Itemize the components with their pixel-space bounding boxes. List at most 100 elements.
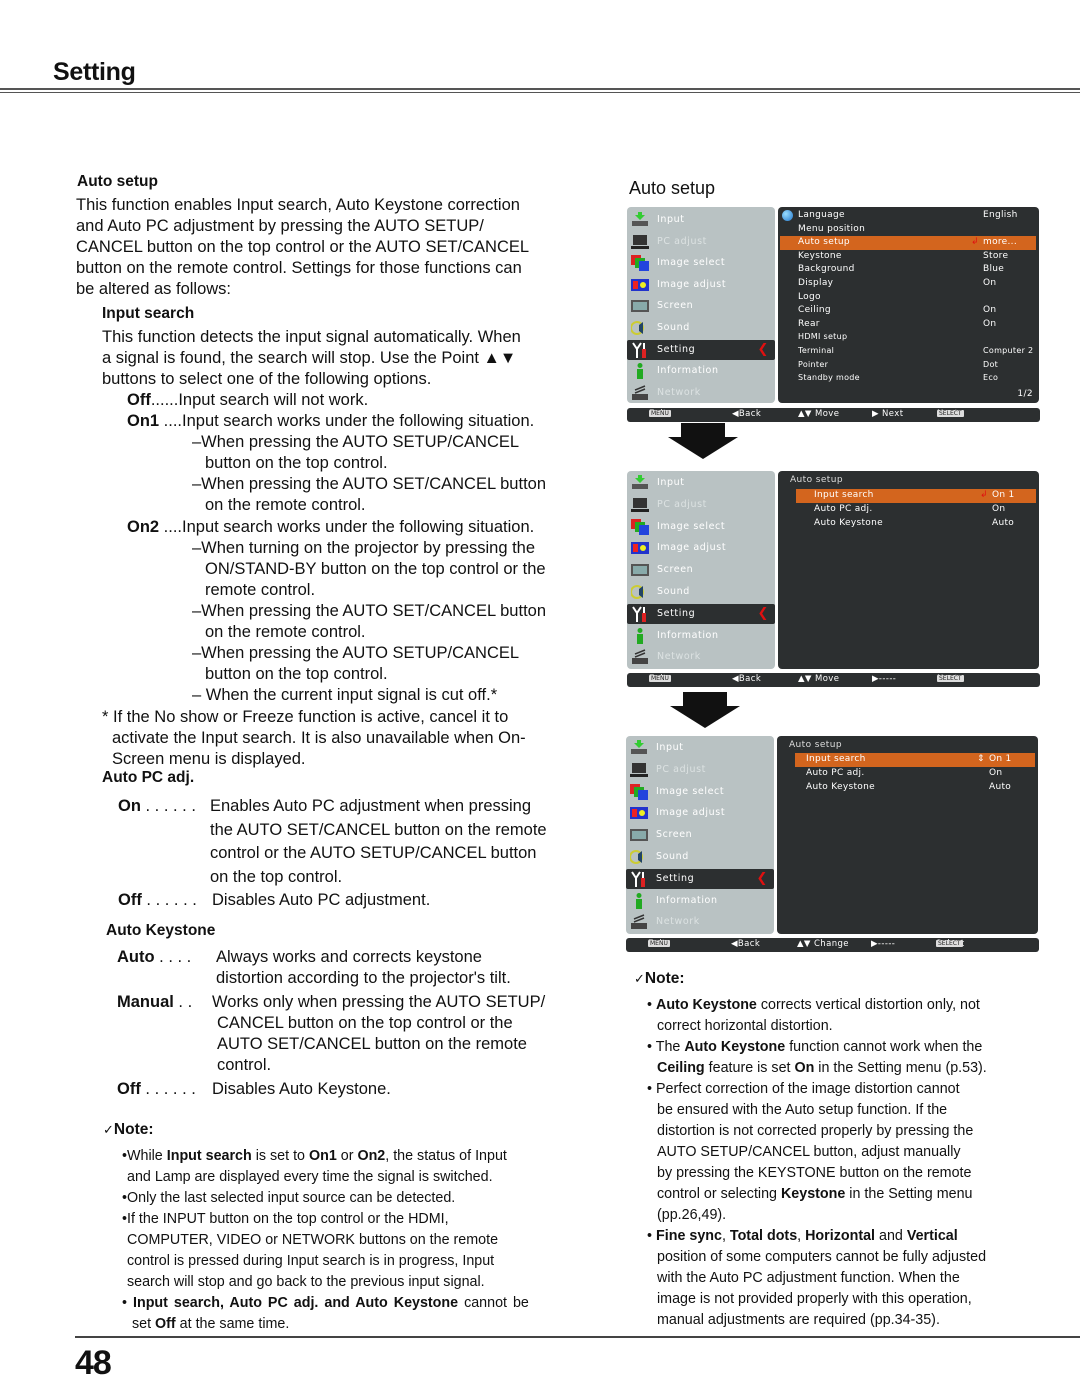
note-item-cont: by pressing the KEYSTONE button on the r…: [657, 1165, 972, 1181]
osd-row-terminal[interactable]: Terminal Computer 2: [780, 345, 1036, 359]
osd-menu-item-pc-adjust[interactable]: PC adjust: [627, 495, 775, 515]
osd-menu-item-label: Image select: [657, 520, 726, 532]
osd-row-value: On: [983, 278, 997, 288]
osd-row-value: On 1: [992, 490, 1015, 500]
osd-menu-item-image-select[interactable]: Image select: [626, 782, 774, 802]
header-rule-thin: [0, 92, 1080, 93]
situation-item: –When pressing the AUTO SET/CANCEL butto…: [192, 602, 547, 620]
osd-row-pointer[interactable]: Pointer Dot: [780, 359, 1036, 373]
auto-setup-intro: This function enables Input search, Auto…: [76, 195, 529, 300]
osd-menu-item-network[interactable]: Network: [626, 912, 774, 932]
osd-menu-item-screen[interactable]: Screen: [626, 825, 774, 845]
osd-menu-item-image-select[interactable]: Image select: [627, 253, 775, 273]
text-line: a signal is found, the search will stop.…: [102, 349, 517, 367]
sound-icon: [631, 585, 644, 599]
text-line: buttons to select one of the following o…: [102, 370, 432, 388]
keystone-auto-label: Auto . . . .: [117, 947, 191, 968]
osd-menu-item-image-adjust[interactable]: Image adjust: [627, 275, 775, 295]
osd-row-auto-pc-adj[interactable]: Auto PC adj. On: [796, 503, 1036, 517]
osd-row-rear[interactable]: Rear On: [780, 318, 1036, 332]
osd-menu-item-screen[interactable]: Screen: [627, 296, 775, 316]
osd-row-value: On: [989, 768, 1003, 778]
osd-row-menu-position[interactable]: Menu position: [780, 223, 1036, 237]
osd-row-value: Eco: [983, 373, 999, 383]
menu-key-icon: MENU: [648, 940, 670, 947]
note-heading-left: ✓Note:: [103, 1121, 154, 1139]
text-line: and Auto PC adjustment by pressing the A…: [76, 217, 484, 235]
osd-menu-item-setting[interactable]: Setting ❮: [627, 339, 775, 360]
input-search-intro: This function detects the input signal a…: [102, 327, 521, 390]
osd-footer: MENUExit ◀Back ▲▼ Change ▶----- SELECTSelect: [626, 938, 1039, 952]
note-list-right: • Auto Keystone corrects vertical distor…: [647, 995, 987, 1331]
input-search-heading: Input search: [102, 305, 195, 322]
note-item-cont: position of some computers cannot be ful…: [657, 1249, 987, 1265]
option-label: On1: [127, 412, 160, 430]
osd-menu-item-image-adjust[interactable]: Image adjust: [626, 803, 774, 823]
osd-menu-item-setting[interactable]: Setting ❮: [627, 603, 775, 624]
footer-rule: [75, 1336, 1080, 1338]
osd-screen-input-search-change: Input PC adjust Image select Image adjust Sc…: [626, 736, 1039, 954]
osd-menu-item-image-adjust[interactable]: Image adjust: [627, 538, 775, 558]
osd-screen-setting-menu: Input PC adjust Image select Image adjust Sc…: [627, 207, 1040, 422]
osd-row-auto-setup[interactable]: Auto setup more... ↲: [780, 236, 1036, 251]
situation-item-cont: remote control.: [205, 581, 316, 599]
osd-menu-item-pc-adjust[interactable]: PC adjust: [627, 232, 775, 252]
osd-menu-item-label: Image adjust: [656, 807, 726, 819]
text-line: This function detects the input signal a…: [102, 328, 521, 346]
osd-menu-item-label: Input: [656, 742, 684, 753]
osd-menu-item-image-select[interactable]: Image select: [627, 517, 775, 537]
osd-row-keystone[interactable]: Keystone Store: [780, 250, 1036, 264]
osd-menu-item-network[interactable]: Network: [627, 383, 775, 403]
situation-item-cont: button on the top control.: [205, 665, 388, 683]
osd-row-standby-mode[interactable]: Standby mode Eco: [780, 372, 1036, 386]
text-line: Works only when pressing the AUTO SETUP/: [212, 993, 546, 1011]
osd-row-hdmi-setup[interactable]: HDMI setup: [780, 331, 1036, 345]
osd-menu-item-input[interactable]: Input: [626, 738, 774, 758]
note-item: • Input search, Auto PC adj. and Auto Ke…: [122, 1295, 529, 1311]
osd-menu-item-pc-adjust[interactable]: PC adjust: [626, 760, 774, 780]
osd-menu-item-setting[interactable]: Setting ❮: [626, 868, 774, 889]
osd-auto-setup-submenu: Auto setup Input search On 1 ↲ Auto PC adj. O…: [778, 471, 1039, 669]
osd-row-language[interactable]: Language English: [780, 209, 1036, 223]
osd-menu-item-sound[interactable]: Sound: [627, 582, 775, 602]
osd-menu-item-information[interactable]: Information: [626, 891, 774, 911]
menu-key-icon: MENU: [649, 410, 671, 417]
osd-row-auto-pc-adj[interactable]: Auto PC adj. On: [795, 767, 1035, 781]
osd-row-auto-keystone[interactable]: Auto Keystone Auto: [795, 781, 1035, 795]
osd-menu-item-information[interactable]: Information: [627, 626, 775, 646]
menu-key-icon: MENU: [649, 675, 671, 682]
osd-menu-item-label: PC adjust: [656, 763, 706, 775]
footer-move: ▲▼ Move: [798, 409, 840, 419]
osd-row-ceiling[interactable]: Ceiling On: [780, 304, 1036, 318]
sound-icon: [630, 850, 643, 864]
footer-next: ▶ Next: [872, 409, 904, 419]
osd-menu-item-sound[interactable]: Sound: [627, 318, 775, 338]
osd-menu-item-input[interactable]: Input: [627, 210, 775, 230]
osd-row-label: Ceiling: [798, 305, 831, 316]
osd-menu-item-label: Setting: [657, 607, 696, 619]
osd-row-display[interactable]: Display On: [780, 277, 1036, 291]
osd-menu-item-label: Setting: [657, 343, 696, 355]
osd-row-input-search[interactable]: Input search On 1 ↲: [796, 489, 1036, 503]
osd-menu-item-screen[interactable]: Screen: [627, 560, 775, 580]
osd-row-input-search[interactable]: Input search On 1 ⇕: [795, 753, 1035, 767]
note-list-left: •While Input search is set to On1 or On2…: [122, 1146, 529, 1335]
osd-menu-item-label: Image select: [656, 785, 725, 797]
note-item-cont: distortion is not corrected properly by …: [657, 1123, 974, 1139]
osd-menu-item-sound[interactable]: Sound: [626, 847, 774, 867]
osd-menu-item-information[interactable]: Information: [627, 361, 775, 381]
osd-menu-item-label: Input: [657, 214, 685, 225]
setting-icon: [632, 606, 646, 622]
osd-row-logo[interactable]: Logo: [780, 291, 1036, 305]
footer-select: SELECTNext: [937, 409, 964, 419]
osd-menu-item-network[interactable]: Network: [627, 647, 775, 667]
osd-menu-item-input[interactable]: Input: [627, 473, 775, 493]
note-item: • Fine sync, Total dots, Horizontal and …: [647, 1228, 958, 1244]
osd-row-auto-keystone[interactable]: Auto Keystone Auto: [796, 517, 1036, 531]
note-item-cont: AUTO SETUP/CANCEL button, adjust manuall…: [657, 1144, 961, 1160]
osd-row-background[interactable]: Background Blue: [780, 263, 1036, 277]
text-line: on the top control.: [210, 867, 343, 886]
osd-row-label: Rear: [798, 318, 820, 329]
text-line: control or the AUTO SETUP/CANCEL button: [210, 844, 537, 862]
option-text: Input search works under the following s…: [182, 518, 535, 536]
